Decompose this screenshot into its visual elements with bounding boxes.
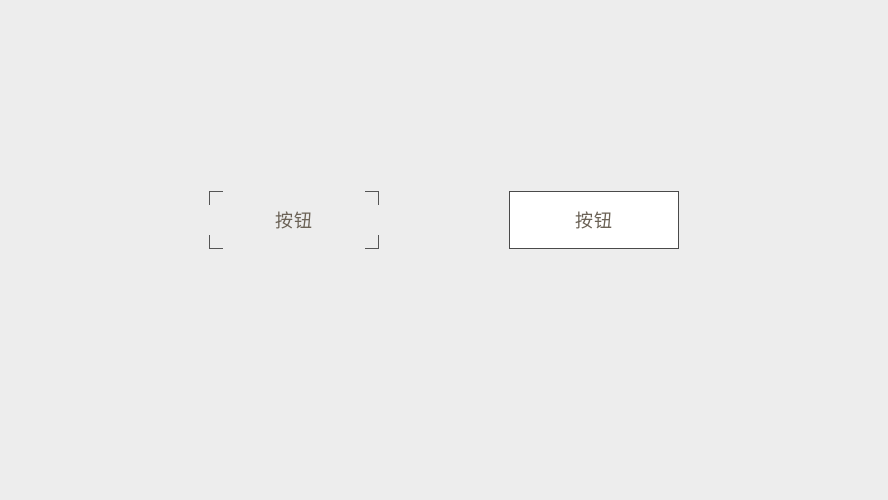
corner-bottom-right-icon [365, 235, 379, 249]
corner-bottom-left-icon [209, 235, 223, 249]
dashed-button[interactable]: 按钮 [209, 191, 379, 249]
button-group: 按钮 按钮 [209, 191, 679, 249]
solid-button[interactable]: 按钮 [509, 191, 679, 249]
corner-top-left-icon [209, 191, 223, 205]
dashed-button-label: 按钮 [275, 207, 313, 233]
solid-button-label: 按钮 [575, 207, 613, 233]
corner-top-right-icon [365, 191, 379, 205]
